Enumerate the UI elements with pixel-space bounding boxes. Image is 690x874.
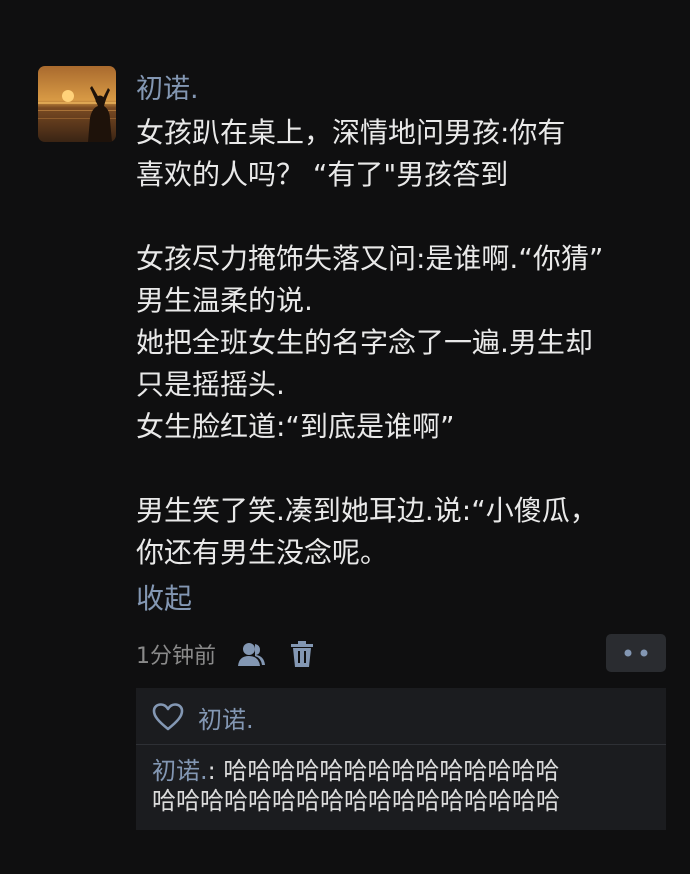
- comment-text: 哈哈哈哈哈哈哈哈哈哈哈哈哈哈: [223, 757, 560, 785]
- post-line: 只是摇摇头.: [136, 368, 285, 401]
- comment-line: 初诺.: 哈哈哈哈哈哈哈哈哈哈哈哈哈哈: [152, 756, 652, 786]
- comment-item[interactable]: 初诺.: 哈哈哈哈哈哈哈哈哈哈哈哈哈哈 哈哈哈哈哈哈哈哈哈哈哈哈哈哈哈哈哈: [152, 756, 652, 816]
- liker-name[interactable]: 初诺.: [198, 700, 254, 735]
- heart-icon: [152, 702, 184, 732]
- post-line: 女生脸红道:“到底是谁啊”: [136, 410, 455, 443]
- more-button[interactable]: [606, 634, 666, 672]
- likes-row: 初诺.: [152, 698, 254, 736]
- comment-author[interactable]: 初诺.: [152, 757, 208, 785]
- post-line: 女孩尽力掩饰失落又问:是谁啊.“你猜”: [136, 242, 604, 275]
- post-meta: 1分钟前: [136, 636, 316, 672]
- post-username[interactable]: 初诺.: [136, 70, 199, 110]
- post-line: 喜欢的人吗？ “有了"男孩答到: [136, 158, 509, 191]
- more-dots-icon: [624, 649, 648, 657]
- comment-separator: :: [207, 757, 224, 785]
- post-time: 1分钟前: [136, 644, 216, 669]
- sunset-silhouette-avatar: [38, 66, 116, 142]
- comment-box: 初诺. 初诺.: 哈哈哈哈哈哈哈哈哈哈哈哈哈哈 哈哈哈哈哈哈哈哈哈哈哈哈哈哈哈哈…: [136, 688, 666, 830]
- post-line: 男生笑了笑.凑到她耳边.说:“小傻瓜，: [136, 494, 598, 527]
- comment-line: 哈哈哈哈哈哈哈哈哈哈哈哈哈哈哈哈哈: [152, 787, 560, 815]
- divider: [136, 744, 666, 745]
- friends-icon[interactable]: [238, 640, 266, 668]
- trash-icon[interactable]: [288, 640, 316, 668]
- avatar[interactable]: [38, 66, 116, 142]
- post-content: 女孩趴在桌上，深情地问男孩:你有 喜欢的人吗？ “有了"男孩答到 女孩尽力掩饰失…: [136, 112, 666, 574]
- post-line: 女孩趴在桌上，深情地问男孩:你有: [136, 116, 566, 149]
- collapse-link[interactable]: 收起: [136, 578, 192, 620]
- post-line: 她把全班女生的名字念了一遍.男生却: [136, 326, 593, 359]
- post-line: 男生温柔的说.: [136, 284, 313, 317]
- post-line: 你还有男生没念呢。: [136, 536, 389, 569]
